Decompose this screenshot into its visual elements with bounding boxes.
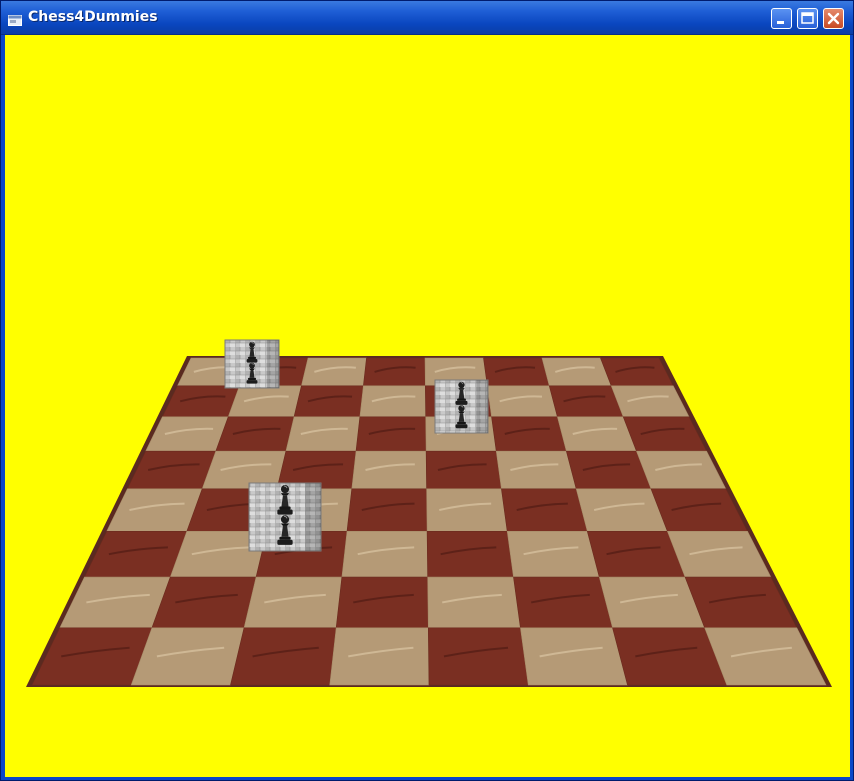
app-window: Chess4Dummies: [0, 0, 854, 781]
board-square[interactable]: [351, 450, 427, 490]
board-square[interactable]: [359, 385, 427, 418]
close-icon: [827, 12, 840, 25]
board-square[interactable]: [335, 576, 429, 629]
board-square[interactable]: [684, 576, 798, 629]
title-bar[interactable]: Chess4Dummies: [1, 1, 853, 35]
block-side-shade: [476, 380, 488, 433]
game-viewport[interactable]: [5, 35, 850, 777]
app-window-icon[interactable]: [8, 11, 22, 26]
minimize-icon: [777, 21, 784, 24]
board-square[interactable]: [341, 531, 428, 578]
board-square[interactable]: [483, 357, 550, 387]
board-square[interactable]: [557, 416, 637, 452]
pawn-piece[interactable]: [248, 482, 322, 552]
pawn-piece[interactable]: [224, 339, 280, 389]
maximize-icon: [801, 12, 814, 24]
maximize-button[interactable]: [797, 8, 818, 29]
chess-board[interactable]: [26, 356, 832, 687]
board-square[interactable]: [227, 385, 302, 418]
board-square[interactable]: [293, 385, 364, 418]
minimize-button[interactable]: [771, 8, 792, 29]
board-square[interactable]: [355, 416, 427, 452]
block-side-shade: [267, 340, 279, 388]
board-square[interactable]: [541, 357, 612, 387]
board-square[interactable]: [151, 576, 257, 629]
board-square[interactable]: [491, 416, 567, 452]
board-square[interactable]: [520, 627, 628, 686]
board-square[interactable]: [243, 576, 343, 629]
window-title: Chess4Dummies: [28, 9, 158, 25]
board-square[interactable]: [427, 627, 529, 686]
board-square[interactable]: [565, 450, 652, 490]
board-square[interactable]: [548, 385, 624, 418]
board-square[interactable]: [363, 357, 426, 387]
board-square[interactable]: [495, 450, 577, 490]
board-square[interactable]: [506, 531, 600, 578]
board-square[interactable]: [31, 627, 153, 686]
board-square[interactable]: [285, 416, 361, 452]
close-button[interactable]: [823, 8, 844, 29]
board-square[interactable]: [329, 627, 430, 686]
block-side-shade: [305, 483, 321, 551]
board-square[interactable]: [427, 576, 521, 629]
chess-scene[interactable]: [5, 35, 850, 777]
board-square[interactable]: [513, 576, 613, 629]
pawn-piece[interactable]: [434, 379, 489, 434]
board-square[interactable]: [426, 531, 514, 578]
board-square[interactable]: [301, 357, 367, 387]
board-square[interactable]: [501, 488, 588, 532]
board-square[interactable]: [486, 385, 558, 418]
board-square[interactable]: [426, 488, 508, 532]
board-square[interactable]: [425, 450, 502, 490]
board-square[interactable]: [346, 488, 428, 532]
board-square[interactable]: [215, 416, 295, 452]
board-square[interactable]: [230, 627, 337, 686]
